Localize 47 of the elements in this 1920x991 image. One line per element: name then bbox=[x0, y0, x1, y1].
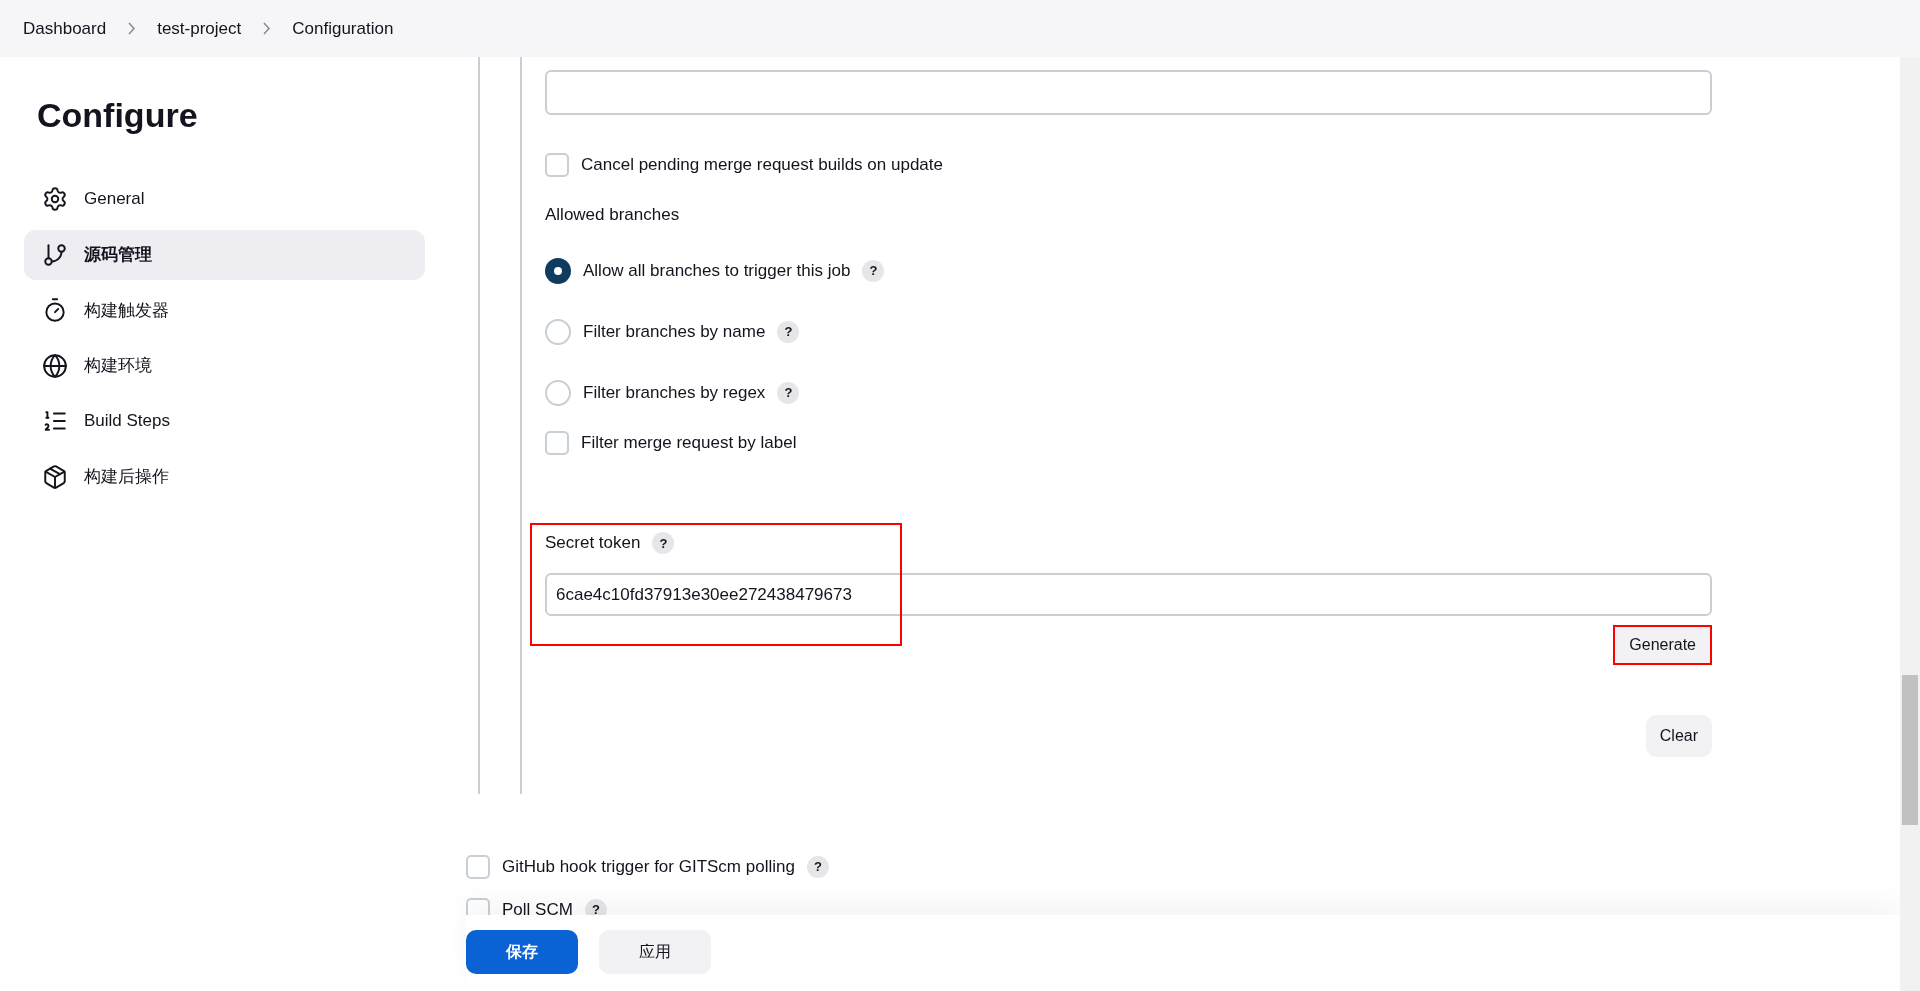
sidebar-item[interactable]: 构建环境 bbox=[24, 340, 425, 391]
sidebar-item[interactable]: 构建后操作 bbox=[24, 451, 425, 502]
help-icon[interactable]: ? bbox=[777, 320, 800, 343]
help-icon[interactable]: ? bbox=[652, 532, 675, 554]
radio-button[interactable] bbox=[545, 318, 571, 345]
sidebar-item[interactable]: 构建触发器 bbox=[24, 285, 425, 336]
radio-label: Allow all branches to trigger this job bbox=[583, 260, 851, 281]
breadcrumb-link[interactable]: test-project bbox=[157, 18, 242, 39]
checkbox[interactable] bbox=[466, 897, 490, 915]
radio-label: Filter branches by regex bbox=[583, 382, 766, 403]
help-icon[interactable]: ? bbox=[777, 381, 800, 404]
checkbox-label: Cancel pending merge request builds on update bbox=[581, 155, 943, 175]
scrollbar[interactable] bbox=[1900, 57, 1920, 991]
checkbox-label: Poll SCM bbox=[502, 899, 573, 915]
help-icon[interactable]: ? bbox=[584, 898, 607, 915]
branch-icon bbox=[42, 241, 68, 268]
radio-button[interactable] bbox=[545, 257, 571, 284]
sidebar-item[interactable]: Build Steps bbox=[24, 396, 425, 447]
checkbox[interactable] bbox=[545, 431, 569, 455]
apply-button[interactable]: 应用 bbox=[599, 930, 711, 974]
section-label: Allowed branches bbox=[545, 205, 680, 225]
sidebar-item[interactable]: 源码管理 bbox=[24, 229, 425, 280]
chevron-icon bbox=[263, 22, 271, 35]
sidebar-item[interactable]: General bbox=[24, 174, 425, 224]
field-label: Secret token bbox=[545, 533, 641, 553]
checkbox-label: Filter merge request by label bbox=[581, 433, 797, 453]
breadcrumb-link[interactable]: Dashboard bbox=[23, 18, 107, 39]
text-field[interactable] bbox=[545, 70, 1712, 115]
checkbox[interactable] bbox=[466, 854, 490, 879]
chevron-icon bbox=[128, 22, 136, 35]
scrollbar-thumb[interactable] bbox=[1902, 675, 1918, 825]
package-icon bbox=[42, 463, 68, 490]
checkbox[interactable] bbox=[545, 153, 569, 177]
page-title: Configure bbox=[37, 95, 199, 136]
breadcrumb-link[interactable]: Configuration bbox=[292, 18, 394, 39]
settings-icon bbox=[42, 186, 68, 212]
token-field[interactable]: 6cae4c10fd37913e30ee272438479673 bbox=[545, 573, 1712, 616]
radio-button[interactable] bbox=[545, 379, 571, 406]
help-icon[interactable]: ? bbox=[806, 855, 829, 878]
generate-button[interactable]: Generate bbox=[1613, 625, 1712, 665]
globe-icon bbox=[42, 352, 68, 379]
save-button[interactable]: 保存 bbox=[466, 930, 578, 974]
help-icon[interactable]: ? bbox=[862, 259, 885, 282]
clear-button[interactable]: Clear bbox=[1645, 715, 1712, 757]
timer-icon bbox=[42, 297, 68, 324]
radio-label: Filter branches by name bbox=[583, 321, 766, 342]
checkbox-label: GitHub hook trigger for GITScm polling bbox=[502, 856, 795, 877]
